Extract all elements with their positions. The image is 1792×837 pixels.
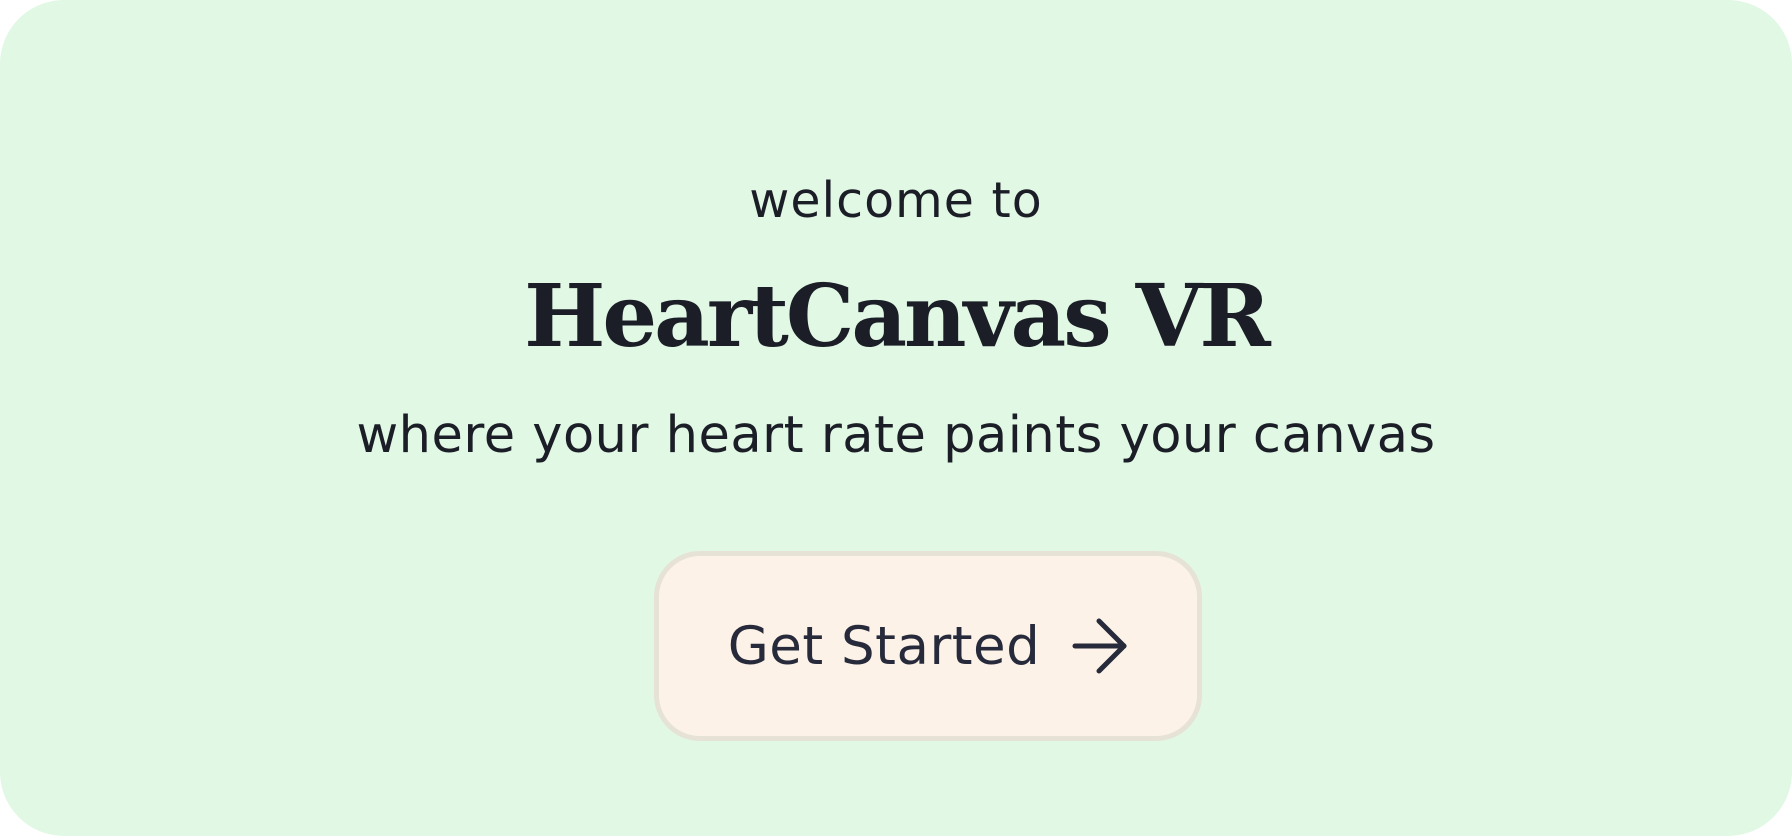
welcome-text: welcome to <box>749 172 1043 229</box>
get-started-button[interactable]: Get Started <box>654 551 1202 741</box>
tagline: where your heart rate paints your canvas <box>356 406 1436 465</box>
welcome-panel: welcome to HeartCanvas VR where your hea… <box>0 0 1792 836</box>
app-title: HeartCanvas VR <box>524 266 1271 367</box>
arrow-right-icon <box>1072 618 1127 674</box>
get-started-label: Get Started <box>727 615 1041 677</box>
